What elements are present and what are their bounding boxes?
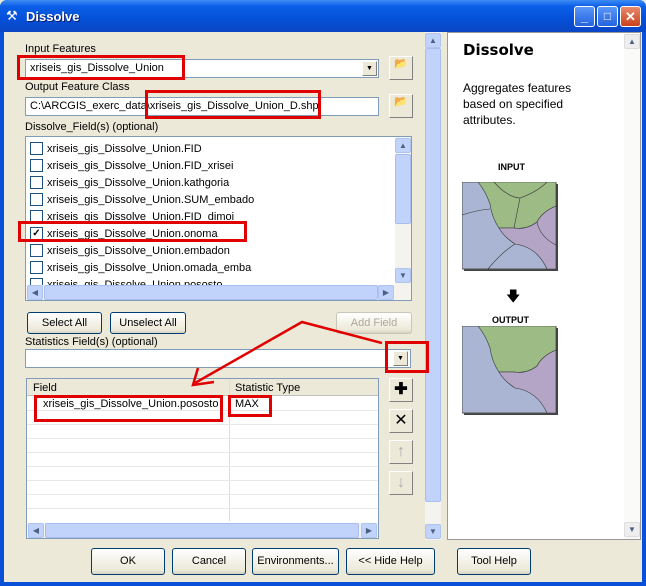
annotation-arrow: [191, 320, 383, 387]
